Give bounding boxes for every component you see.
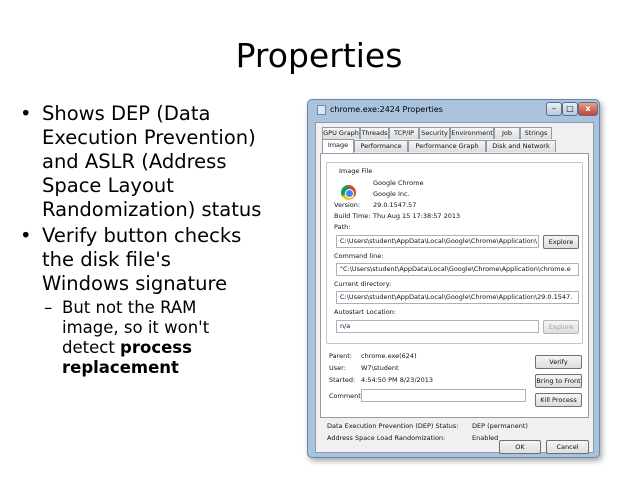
current-directory-field[interactable]: C:\Users\student\AppData\Local\Google\Ch… xyxy=(336,291,579,304)
bullet-line: Verify button checks xyxy=(42,224,242,247)
minimize-button[interactable]: – xyxy=(546,102,562,116)
tab-performance-graph[interactable]: Performance Graph xyxy=(408,140,486,152)
build-time-value: Thu Aug 15 17:38:57 2013 xyxy=(373,212,461,220)
sub-bullet-marker: – xyxy=(44,298,53,317)
autostart-location-label: Autostart Location: xyxy=(334,308,396,316)
bullet-line: Windows signature xyxy=(42,272,228,295)
dep-status-label: Data Execution Prevention (DEP) Status: xyxy=(327,422,459,430)
bullet-line: Space Layout xyxy=(42,174,174,197)
path-field[interactable]: C:\Users\student\AppData\Local\Google\Ch… xyxy=(336,235,539,248)
image-tab-panel: Image File Google Chrome Google Inc. Ver… xyxy=(320,153,589,418)
tab-strings[interactable]: Strings xyxy=(520,127,552,139)
tab-performance[interactable]: Performance xyxy=(354,140,408,152)
sub-bullet-line: But not the RAM xyxy=(62,298,197,317)
command-line-label: Command line: xyxy=(334,252,384,260)
bullet-line: the disk file's xyxy=(42,248,171,271)
command-line-field[interactable]: "C:\Users\student\AppData\Local\Google\C… xyxy=(336,263,579,276)
bullet-marker: • xyxy=(20,224,32,247)
bullet-marker: • xyxy=(20,102,32,125)
user-value: W7\student xyxy=(361,364,399,372)
build-time-label: Build Time: xyxy=(334,212,371,220)
window-icon xyxy=(317,105,326,115)
verify-button[interactable]: Verify xyxy=(535,355,582,369)
company-name: Google Inc. xyxy=(373,190,410,198)
close-button[interactable]: x xyxy=(578,102,598,116)
tab-security[interactable]: Security xyxy=(419,127,450,139)
dialog-body: GPU Graph Threads TCP/IP Security Enviro… xyxy=(315,122,594,454)
window-title: chrome.exe:2424 Properties xyxy=(330,105,443,114)
kill-process-button[interactable]: Kill Process xyxy=(535,393,582,407)
tab-gpu-graph[interactable]: GPU Graph xyxy=(322,127,360,139)
tab-tcp-ip[interactable]: TCP/IP xyxy=(389,127,419,139)
slide-title: Properties xyxy=(235,36,403,75)
version-label: Version: xyxy=(334,201,361,209)
chrome-icon xyxy=(341,185,356,200)
sub-bullet-line: image, so it won't xyxy=(62,318,210,337)
bullet-dep-aslr: • Shows DEP (Data Execution Prevention) … xyxy=(14,102,300,222)
bullet-line: and ASLR (Address xyxy=(42,150,227,173)
explore-autostart-button[interactable]: Explore xyxy=(543,320,579,334)
tab-environment[interactable]: Environment xyxy=(450,127,494,139)
tab-disk-and-network[interactable]: Disk and Network xyxy=(486,140,556,152)
user-label: User: xyxy=(329,364,346,372)
title-bar[interactable]: chrome.exe:2424 Properties – □ x xyxy=(308,100,599,121)
bullet-line: Randomization) status xyxy=(42,198,262,221)
properties-window: chrome.exe:2424 Properties – □ x GPU Gra… xyxy=(307,99,600,458)
explore-path-button[interactable]: Explore xyxy=(543,235,579,249)
bullet-list: • Shows DEP (Data Execution Prevention) … xyxy=(14,102,300,378)
started-value: 4:54:50 PM 8/23/2013 xyxy=(361,376,434,384)
parent-value: chrome.exe(624) xyxy=(361,352,417,360)
emphasis-replacement: replacement xyxy=(62,358,179,377)
sub-bullet-line: detect process xyxy=(62,338,300,358)
bullet-line: Shows DEP (Data xyxy=(42,102,211,125)
autostart-location-field[interactable]: n/a xyxy=(336,320,539,333)
sub-bullet-text: detect xyxy=(62,338,121,357)
aslr-value: Enabled xyxy=(472,434,499,442)
version-value: 29.0.1547.57 xyxy=(373,201,417,209)
image-file-group: Image File Google Chrome Google Inc. Ver… xyxy=(326,162,583,344)
path-label: Path: xyxy=(334,223,351,231)
ok-button[interactable]: OK xyxy=(499,440,541,454)
cancel-button[interactable]: Cancel xyxy=(546,440,589,454)
image-file-legend: Image File xyxy=(337,167,375,175)
current-directory-label: Current directory: xyxy=(334,280,392,288)
product-name: Google Chrome xyxy=(373,179,424,187)
comment-field[interactable] xyxy=(361,389,526,402)
emphasis-process: process xyxy=(120,338,192,357)
bring-to-front-button[interactable]: Bring to Front xyxy=(535,374,582,388)
tab-job[interactable]: Job xyxy=(494,127,520,139)
sub-bullet-ram: – But not the RAM image, so it won't det… xyxy=(14,298,300,378)
dep-status-value: DEP (permanent) xyxy=(472,422,528,430)
tab-threads[interactable]: Threads xyxy=(360,127,389,139)
started-label: Started: xyxy=(329,376,356,384)
comment-label: Comment: xyxy=(329,392,364,400)
bullet-verify: • Verify button checks the disk file's W… xyxy=(14,224,300,296)
maximize-button[interactable]: □ xyxy=(562,102,578,116)
parent-label: Parent: xyxy=(329,352,352,360)
aslr-label: Address Space Load Randomization: xyxy=(327,434,446,442)
bullet-line: Execution Prevention) xyxy=(42,126,256,149)
tab-image[interactable]: Image xyxy=(322,139,354,153)
